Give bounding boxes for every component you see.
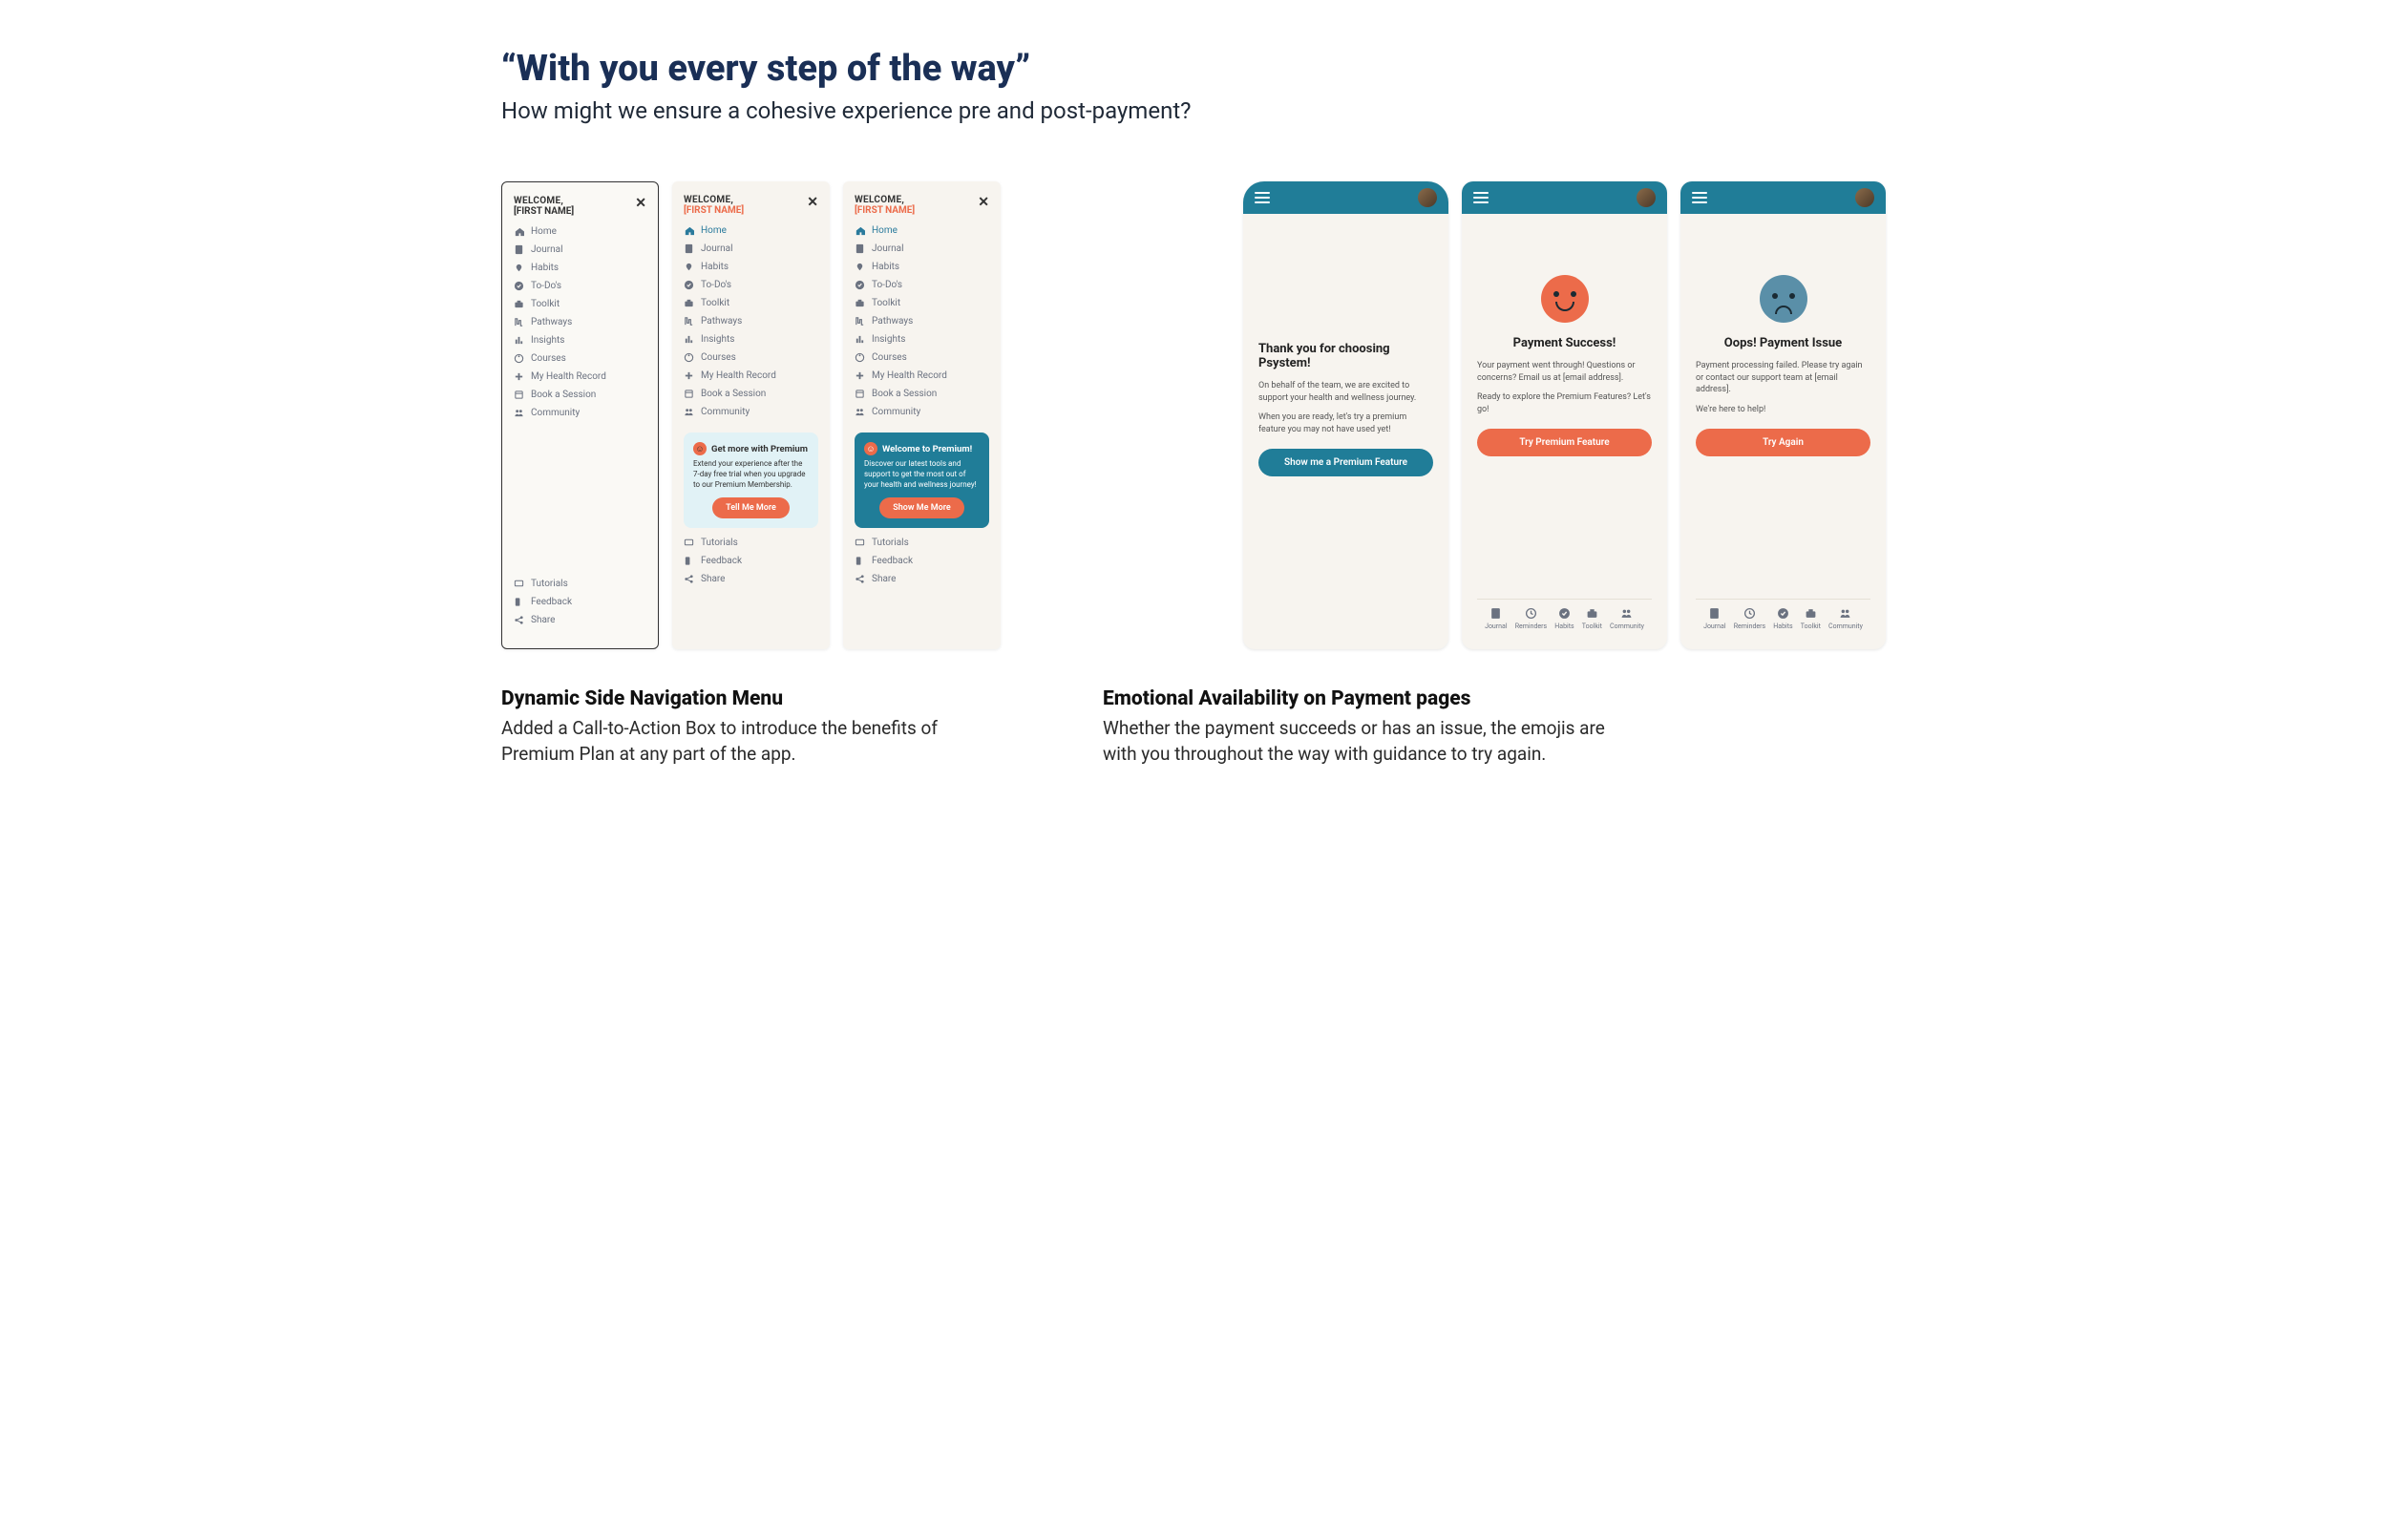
sad-face-icon	[1760, 275, 1807, 323]
happy-face-icon	[1541, 275, 1589, 323]
